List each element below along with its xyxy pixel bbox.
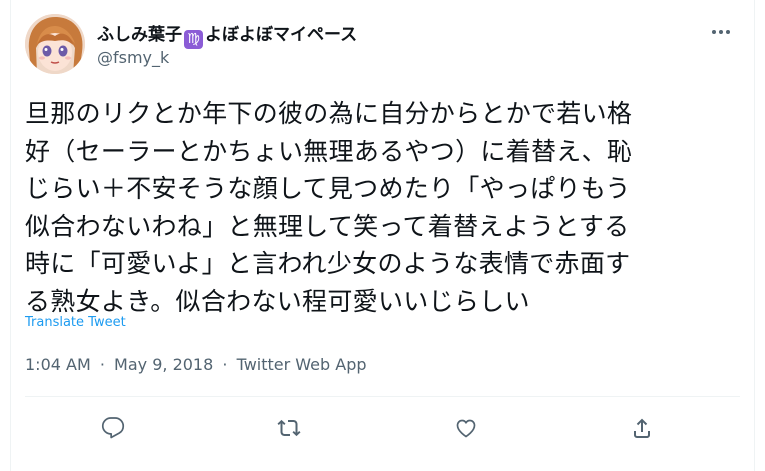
more-options-button[interactable] — [706, 20, 736, 44]
tweet-card: ふしみ葉子 ♍ よぼよぼマイペース @fsmy_k 旦那のリクとか年下の彼の為に自分… — [10, 0, 755, 471]
separator: · — [222, 355, 228, 374]
display-name-suffix: よぼよぼマイペース — [205, 25, 358, 45]
retweet-icon — [277, 419, 301, 437]
tweet-time[interactable]: 1:04 AM — [25, 355, 91, 374]
display-name-row[interactable]: ふしみ葉子 ♍ よぼよぼマイペース — [97, 20, 357, 49]
reply-icon — [101, 417, 125, 439]
user-handle[interactable]: @fsmy_k — [97, 48, 169, 67]
avatar[interactable] — [25, 14, 85, 74]
translate-tweet-link[interactable]: Translate Tweet — [25, 315, 126, 330]
tweet-actions — [11, 408, 754, 448]
virgo-icon: ♍ — [184, 30, 203, 49]
reply-button[interactable] — [95, 410, 131, 446]
display-name-prefix: ふしみ葉子 — [97, 25, 182, 45]
share-icon — [634, 418, 650, 438]
more-horizontal-icon-dot — [719, 30, 723, 34]
separator: · — [99, 355, 105, 374]
avatar-image — [25, 14, 85, 74]
share-button[interactable] — [624, 410, 660, 446]
tweet-source[interactable]: Twitter Web App — [237, 355, 367, 374]
more-horizontal-icon-dot — [712, 30, 716, 34]
tweet-metadata: 1:04 AM · May 9, 2018 · Twitter Web App — [25, 355, 367, 374]
retweet-button[interactable] — [271, 410, 307, 446]
like-button[interactable] — [448, 410, 484, 446]
divider — [25, 396, 740, 397]
heart-icon — [456, 419, 476, 438]
more-horizontal-icon-dot — [726, 30, 730, 34]
tweet-text: 旦那のリクとか年下の彼の為に自分からとかで若い格 好（セーラーとかちょい無理ある… — [25, 99, 633, 316]
display-name[interactable]: ふしみ葉子 ♍ よぼよぼマイペース — [97, 20, 357, 49]
tweet-date[interactable]: May 9, 2018 — [114, 355, 213, 374]
